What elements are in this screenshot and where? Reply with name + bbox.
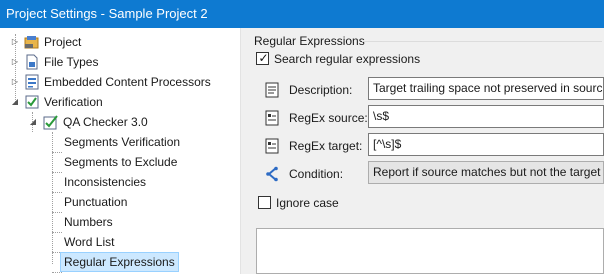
condition-icon xyxy=(264,166,280,182)
tree-item-label: Segments Verification xyxy=(64,135,181,149)
ignore-case-label: Ignore case xyxy=(276,196,339,210)
collapse-arrow-icon[interactable]: ◢ xyxy=(28,112,38,132)
tree-item-label: Regular Expressions xyxy=(60,252,179,272)
regex-source-icon xyxy=(264,110,280,126)
project-icon xyxy=(24,34,40,50)
tree-item-segments-verification[interactable]: Segments Verification xyxy=(0,132,240,152)
tree-item-project[interactable]: ▷ Project xyxy=(0,32,240,52)
tree-item-regular-expressions[interactable]: Regular Expressions xyxy=(0,252,240,272)
qa-checker-icon xyxy=(43,114,59,130)
tree-item-label: Punctuation xyxy=(64,195,128,209)
tree-item-label: Embedded Content Processors xyxy=(44,75,211,89)
regex-source-field[interactable]: \s$ xyxy=(368,105,604,128)
ignore-case-checkbox[interactable] xyxy=(258,196,271,209)
description-label: Description: xyxy=(289,83,353,97)
search-regex-label: Search regular expressions xyxy=(274,52,421,66)
search-regex-checkbox[interactable]: ✓ xyxy=(256,51,269,65)
regex-target-field[interactable]: [^\s]$ xyxy=(368,133,604,156)
regex-rules-list[interactable] xyxy=(256,228,604,274)
tree-item-verification[interactable]: ◢ Verification xyxy=(0,92,240,112)
tree-item-word-list[interactable]: Word List xyxy=(0,232,240,252)
tree-item-punctuation[interactable]: Punctuation xyxy=(0,192,240,212)
tree-item-segments-to-exclude[interactable]: Segments to Exclude xyxy=(0,152,240,172)
ignore-case-checkbox-row[interactable]: Ignore case xyxy=(258,194,458,212)
embedded-content-icon xyxy=(24,74,40,90)
tree-item-label: Segments to Exclude xyxy=(64,155,178,169)
tree-item-label: Project xyxy=(44,35,82,49)
tree-guide-line xyxy=(52,272,62,273)
tree-item-label: Word List xyxy=(64,235,115,249)
settings-panel: Regular Expressions ✓ Search regular exp… xyxy=(244,28,604,274)
tree-item-numbers[interactable]: Numbers xyxy=(0,212,240,232)
verification-icon xyxy=(24,94,40,110)
group-title: Regular Expressions xyxy=(254,34,365,48)
tree-item-label: File Types xyxy=(44,55,99,69)
tree-item-qa-checker[interactable]: ◢ QA Checker 3.0 xyxy=(0,112,240,132)
tree-item-label: Verification xyxy=(44,95,103,109)
regex-source-label: RegEx source: xyxy=(289,111,368,125)
description-field[interactable]: Target trailing space not preserved in s… xyxy=(368,77,604,100)
regex-target-label: RegEx target: xyxy=(289,139,363,153)
condition-dropdown[interactable]: Report if source matches but not the tar… xyxy=(368,161,604,184)
tree-item-label: Numbers xyxy=(64,215,113,229)
regex-target-icon xyxy=(264,138,280,154)
settings-tree[interactable]: ▷ Project ▷ File Types ▷ Embedded Conten… xyxy=(0,28,240,274)
tree-item-inconsistencies[interactable]: Inconsistencies xyxy=(0,172,240,192)
tree-item-embedded-content[interactable]: ▷ Embedded Content Processors xyxy=(0,72,240,92)
group-divider xyxy=(362,41,602,42)
expand-arrow-icon[interactable]: ▷ xyxy=(10,72,20,92)
tree-item-file-types[interactable]: ▷ File Types xyxy=(0,52,240,72)
checkmark-icon: ✓ xyxy=(258,51,269,65)
search-regex-checkbox-row[interactable]: ✓ Search regular expressions xyxy=(256,50,556,68)
window-title: Project Settings - Sample Project 2 xyxy=(0,0,604,28)
collapse-arrow-icon[interactable]: ◢ xyxy=(10,92,20,112)
file-types-icon xyxy=(24,54,40,70)
description-icon xyxy=(264,82,280,98)
condition-label: Condition: xyxy=(289,167,344,181)
tree-item-label: Inconsistencies xyxy=(64,175,147,189)
expand-arrow-icon[interactable]: ▷ xyxy=(10,52,20,72)
tree-item-label: QA Checker 3.0 xyxy=(63,115,148,129)
expand-arrow-icon[interactable]: ▷ xyxy=(10,32,20,52)
